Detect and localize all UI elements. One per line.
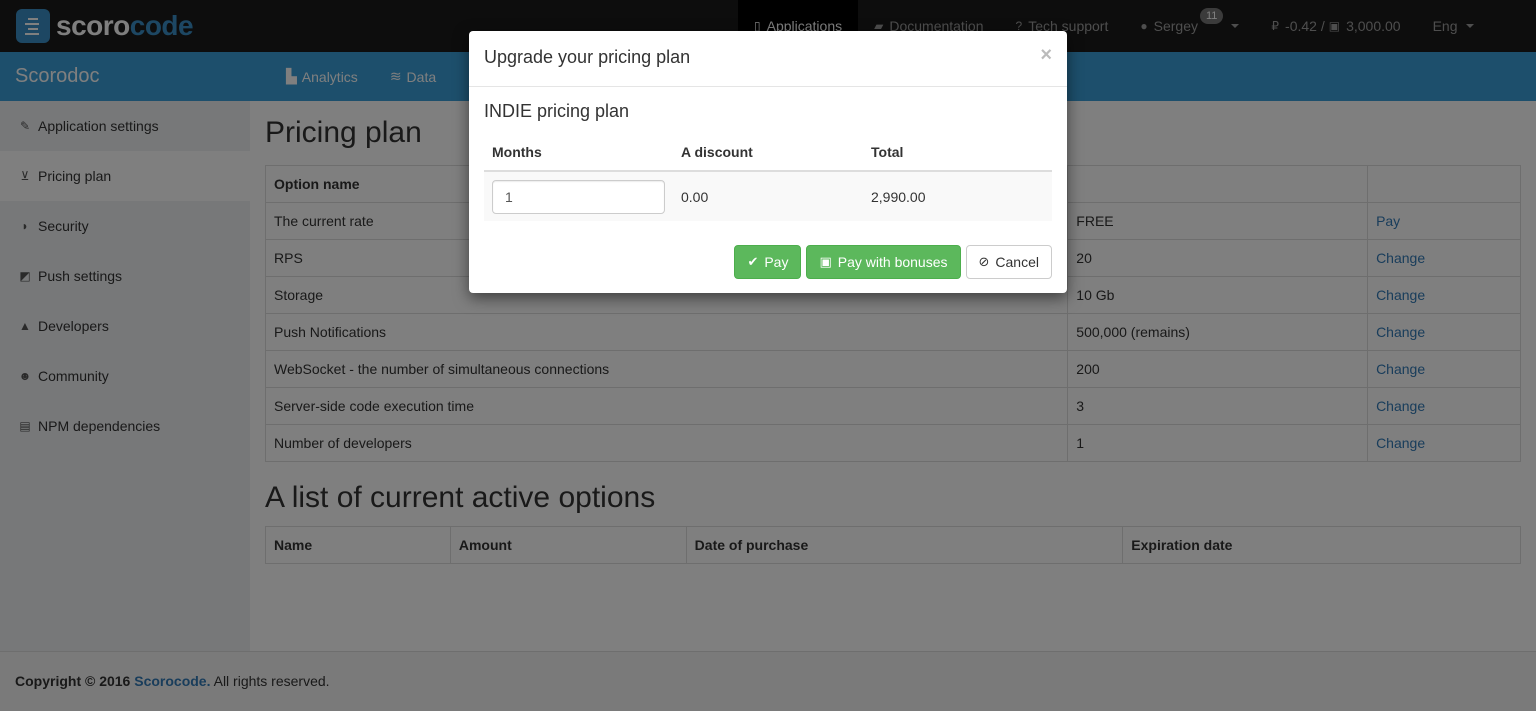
close-icon[interactable]: × xyxy=(1040,44,1052,67)
cancel-button[interactable]: ⊘ Cancel xyxy=(965,245,1052,279)
column-header: A discount xyxy=(673,133,863,172)
modal-title: Upgrade your pricing plan xyxy=(484,47,691,67)
months-input[interactable] xyxy=(492,179,665,214)
column-header: Total xyxy=(863,133,1052,172)
plan-title: INDIE pricing plan xyxy=(484,101,630,121)
pay-button[interactable]: ✔ Pay xyxy=(734,245,802,279)
table-header-row: Months A discount Total xyxy=(484,133,1052,172)
pay-with-bonuses-button[interactable]: ▣ Pay with bonuses xyxy=(806,245,961,279)
column-header: Months xyxy=(484,133,673,172)
modal-header: Upgrade your pricing plan × xyxy=(469,31,1067,87)
pay-with-bonuses-label: Pay with bonuses xyxy=(837,254,948,270)
check-icon: ✔ xyxy=(747,254,759,269)
modal-body: INDIE pricing plan Months A discount Tot… xyxy=(469,87,1067,221)
plan-table: Months A discount Total 0.00 2,990.00 xyxy=(484,133,1052,221)
ban-icon: ⊘ xyxy=(978,254,990,269)
upgrade-plan-modal: Upgrade your pricing plan × INDIE pricin… xyxy=(469,31,1067,293)
table-row: 0.00 2,990.00 xyxy=(484,171,1052,221)
cancel-button-label: Cancel xyxy=(995,254,1039,270)
modal-footer: ✔ Pay ▣ Pay with bonuses ⊘ Cancel xyxy=(734,245,1052,279)
discount-value: 0.00 xyxy=(673,171,863,221)
gift-icon: ▣ xyxy=(819,254,832,269)
pay-button-label: Pay xyxy=(764,254,789,270)
total-value: 2,990.00 xyxy=(863,171,1052,221)
